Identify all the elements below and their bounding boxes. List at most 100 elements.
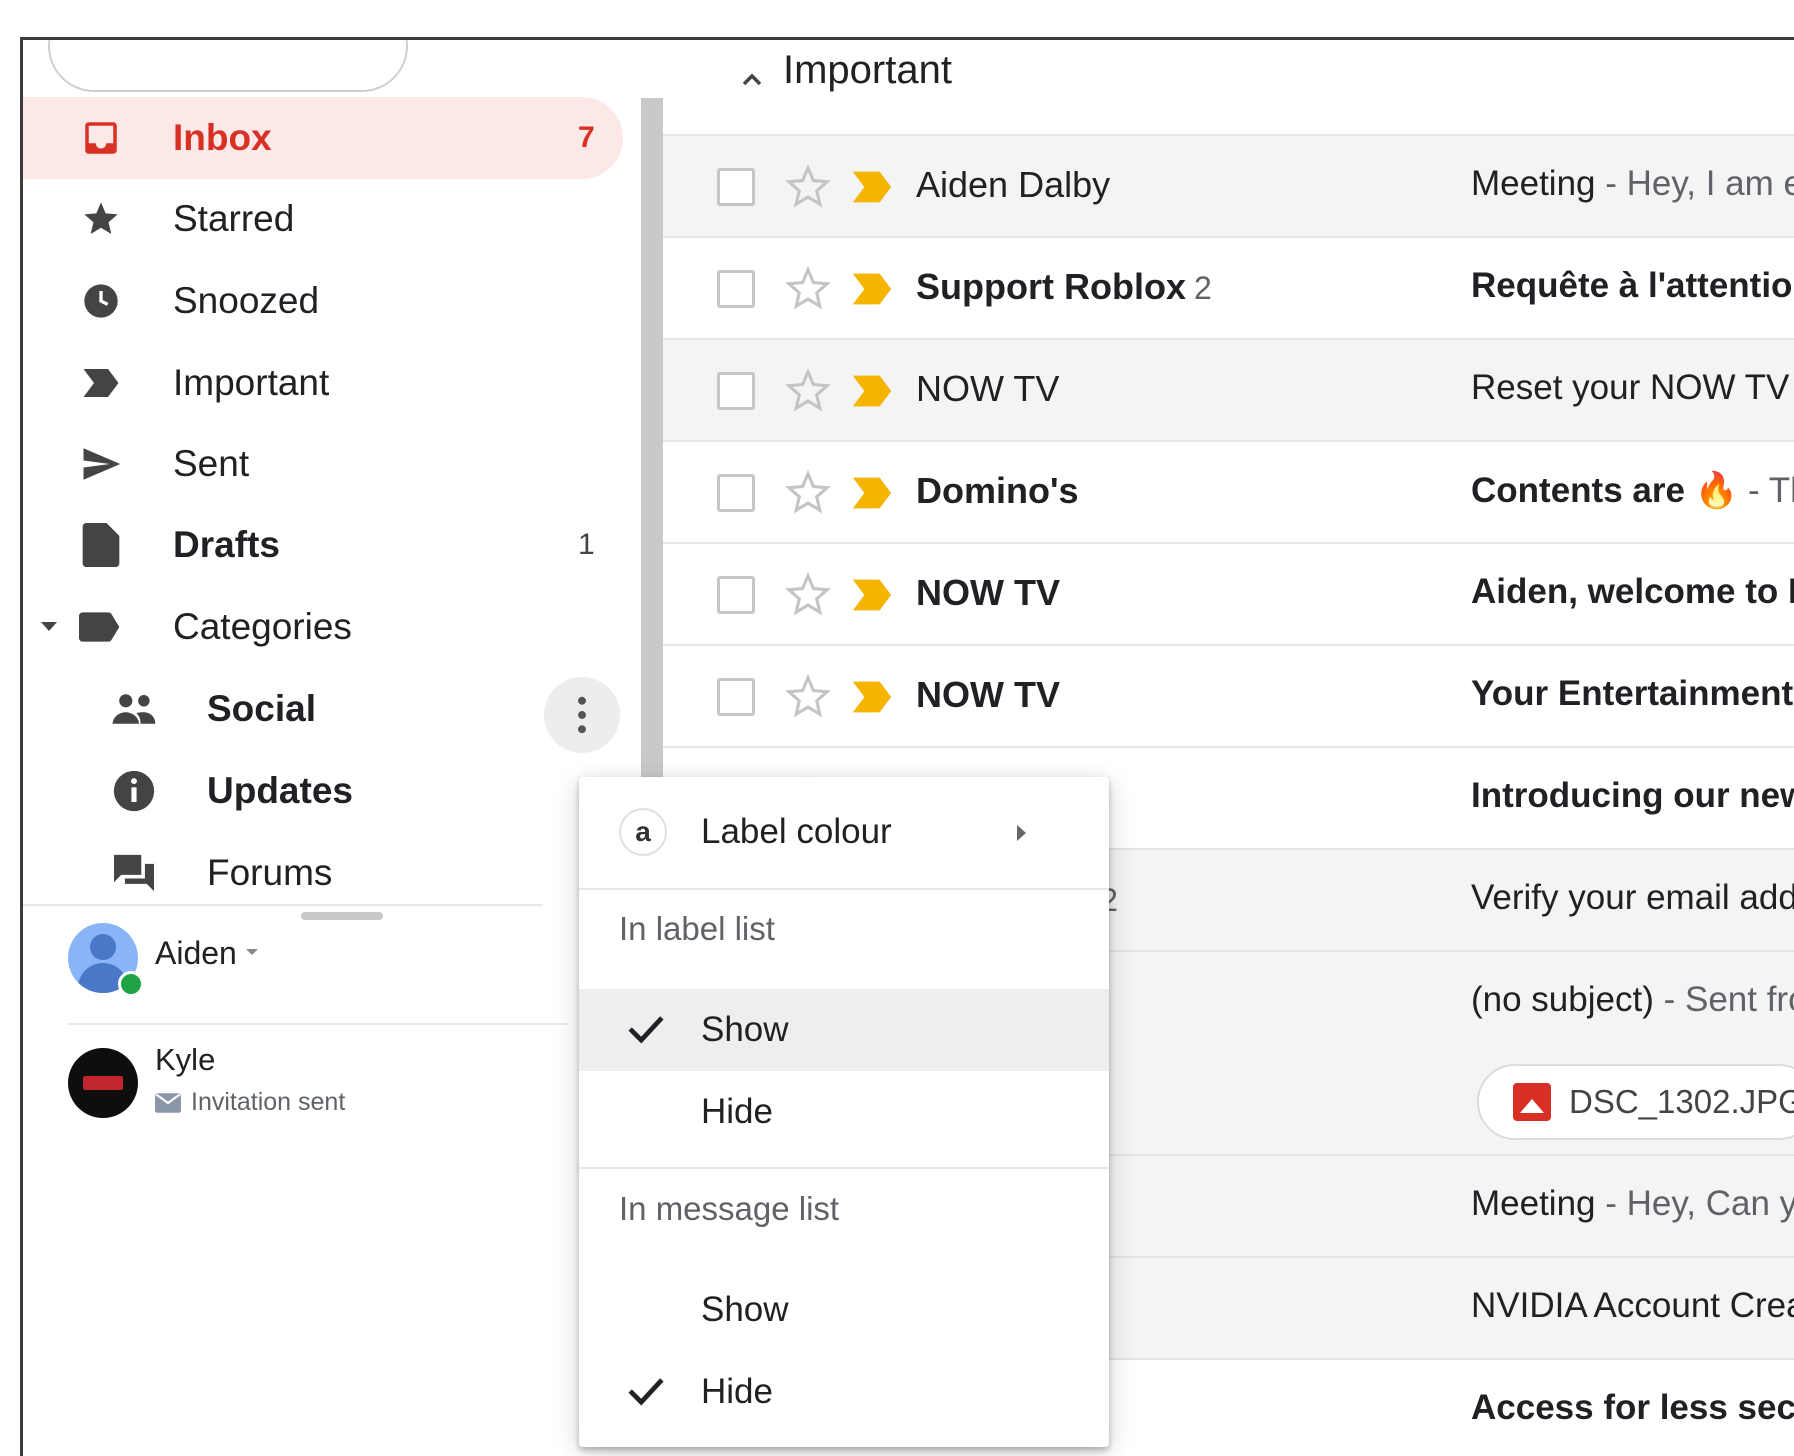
sidebar-item-inbox[interactable]: Inbox 7 bbox=[23, 97, 623, 179]
check-icon bbox=[628, 1378, 664, 1406]
sender-name: NOW TV bbox=[916, 674, 1060, 715]
envelope-icon bbox=[155, 1092, 181, 1113]
email-snippet: - Hey, I am er bbox=[1595, 164, 1794, 203]
label-icon bbox=[78, 604, 124, 650]
select-checkbox[interactable] bbox=[717, 576, 755, 614]
email-subject-line: Aiden, welcome to NO bbox=[1471, 572, 1794, 612]
email-subject: Contents are 🔥 bbox=[1471, 471, 1739, 510]
sidebar-scrollbar[interactable] bbox=[641, 98, 663, 818]
email-subject-line: Verify your email add bbox=[1471, 878, 1794, 918]
email-row[interactable]: NOW TV Reset your NOW TV p bbox=[663, 338, 1794, 440]
hangouts-user[interactable]: Aiden bbox=[68, 923, 568, 1023]
thread-count: 2 bbox=[1193, 270, 1212, 306]
section-title: Important bbox=[783, 48, 952, 92]
sidebar-item-label: Snoozed bbox=[173, 280, 320, 321]
star-icon[interactable] bbox=[785, 164, 831, 210]
sidebar-item-label: Important bbox=[173, 362, 330, 403]
menu-item-label-colour[interactable]: a Label colour bbox=[579, 791, 1109, 873]
hangouts-contact[interactable]: Kyle Invitation sent bbox=[68, 1040, 568, 1140]
email-row[interactable]: Domino's Contents are 🔥 - The bbox=[663, 440, 1794, 542]
sidebar-item-drafts[interactable]: Drafts 1 bbox=[23, 504, 623, 586]
star-icon[interactable] bbox=[785, 674, 831, 720]
label-colour-swatch: a bbox=[619, 808, 667, 856]
sender-name: Domino's bbox=[916, 470, 1079, 511]
draft-icon bbox=[78, 522, 124, 568]
contact-name: Kyle bbox=[155, 1042, 216, 1077]
select-checkbox[interactable] bbox=[717, 270, 755, 308]
menu-item-label: Show bbox=[701, 1010, 789, 1049]
email-sender: Support Roblox 2 bbox=[916, 266, 1212, 308]
important-marker-icon[interactable] bbox=[849, 169, 895, 205]
email-subject-line: Your Entertainment P bbox=[1471, 674, 1794, 714]
email-subject-line: Requête à l'attention bbox=[1471, 266, 1794, 306]
menu-item-label-list-show[interactable]: Show bbox=[579, 989, 1109, 1071]
sidebar-item-label: Inbox bbox=[173, 117, 272, 158]
menu-section-header: In label list bbox=[619, 910, 775, 947]
divider bbox=[579, 1167, 1109, 1169]
sidebar-item-starred[interactable]: Starred bbox=[23, 178, 623, 260]
email-subject-line: Meeting - Hey, I am er bbox=[1471, 164, 1794, 204]
email-subject: Aiden, welcome to NO bbox=[1471, 572, 1794, 611]
important-marker-icon[interactable] bbox=[849, 679, 895, 715]
email-row[interactable]: Support Roblox 2 Requête à l'attention bbox=[663, 236, 1794, 338]
star-icon[interactable] bbox=[785, 368, 831, 414]
star-icon[interactable] bbox=[785, 572, 831, 618]
people-icon bbox=[111, 686, 157, 732]
divider bbox=[68, 1023, 568, 1025]
sidebar-item-important[interactable]: Important bbox=[23, 342, 623, 424]
star-icon[interactable] bbox=[785, 470, 831, 516]
email-subject-line: Access for less secur bbox=[1471, 1388, 1794, 1428]
sidebar-item-sent[interactable]: Sent bbox=[23, 423, 623, 505]
select-checkbox[interactable] bbox=[717, 372, 755, 410]
email-subject: Reset your NOW TV p bbox=[1471, 368, 1794, 407]
more-vert-icon bbox=[578, 696, 586, 734]
email-subject-line: Reset your NOW TV p bbox=[1471, 368, 1794, 408]
section-header[interactable]: Important bbox=[663, 40, 1794, 136]
menu-item-label: Hide bbox=[701, 1372, 773, 1411]
forum-icon bbox=[111, 850, 157, 896]
clock-icon bbox=[78, 278, 124, 324]
divider bbox=[23, 904, 543, 906]
sidebar-item-snoozed[interactable]: Snoozed bbox=[23, 260, 623, 342]
important-marker-icon[interactable] bbox=[849, 271, 895, 307]
expand-caret-icon[interactable] bbox=[41, 622, 57, 631]
email-subject: Introducing our new I bbox=[1471, 776, 1794, 815]
label-options-menu: a Label colour In label list Show Hide I… bbox=[579, 777, 1109, 1447]
check-icon bbox=[628, 1016, 664, 1044]
important-icon bbox=[78, 360, 124, 406]
select-checkbox[interactable] bbox=[717, 474, 755, 512]
hangouts-user-name: Aiden bbox=[155, 935, 237, 971]
inbox-icon bbox=[78, 115, 124, 161]
avatar bbox=[68, 1048, 138, 1118]
sender-name: Aiden Dalby bbox=[916, 164, 1111, 205]
sidebar-item-categories[interactable]: Categories bbox=[23, 586, 623, 668]
menu-item-message-list-show[interactable]: Show bbox=[579, 1269, 1109, 1351]
sidebar-item-label: Updates bbox=[207, 770, 353, 811]
info-icon bbox=[111, 768, 157, 814]
more-options-button[interactable] bbox=[544, 677, 620, 753]
chevron-up-icon[interactable] bbox=[736, 64, 768, 96]
sidebar-item-social[interactable]: Social bbox=[23, 668, 543, 750]
hangouts-drag-handle[interactable] bbox=[301, 912, 383, 920]
important-marker-icon[interactable] bbox=[849, 475, 895, 511]
email-row[interactable]: Aiden Dalby Meeting - Hey, I am er bbox=[663, 134, 1794, 236]
menu-item-message-list-hide[interactable]: Hide bbox=[579, 1351, 1109, 1433]
star-icon[interactable] bbox=[785, 266, 831, 312]
divider bbox=[579, 888, 1109, 890]
email-subject: Meeting bbox=[1471, 1184, 1596, 1223]
select-checkbox[interactable] bbox=[717, 168, 755, 206]
email-sender: NOW TV bbox=[916, 572, 1068, 614]
sidebar-item-forums[interactable]: Forums bbox=[23, 832, 623, 914]
chevron-down-icon[interactable] bbox=[246, 949, 258, 955]
attachment-chip[interactable]: DSC_1302.JPG bbox=[1477, 1064, 1794, 1140]
email-row[interactable]: NOW TV Aiden, welcome to NO bbox=[663, 542, 1794, 644]
email-subject: Meeting bbox=[1471, 164, 1596, 203]
important-marker-icon[interactable] bbox=[849, 577, 895, 613]
select-checkbox[interactable] bbox=[717, 678, 755, 716]
image-icon bbox=[1513, 1083, 1551, 1121]
sidebar-item-updates[interactable]: Updates bbox=[23, 750, 623, 832]
important-marker-icon[interactable] bbox=[849, 373, 895, 409]
email-row[interactable]: NOW TV Your Entertainment P bbox=[663, 644, 1794, 746]
menu-item-label-list-hide[interactable]: Hide bbox=[579, 1071, 1109, 1153]
contact-status: Invitation sent bbox=[155, 1088, 345, 1117]
